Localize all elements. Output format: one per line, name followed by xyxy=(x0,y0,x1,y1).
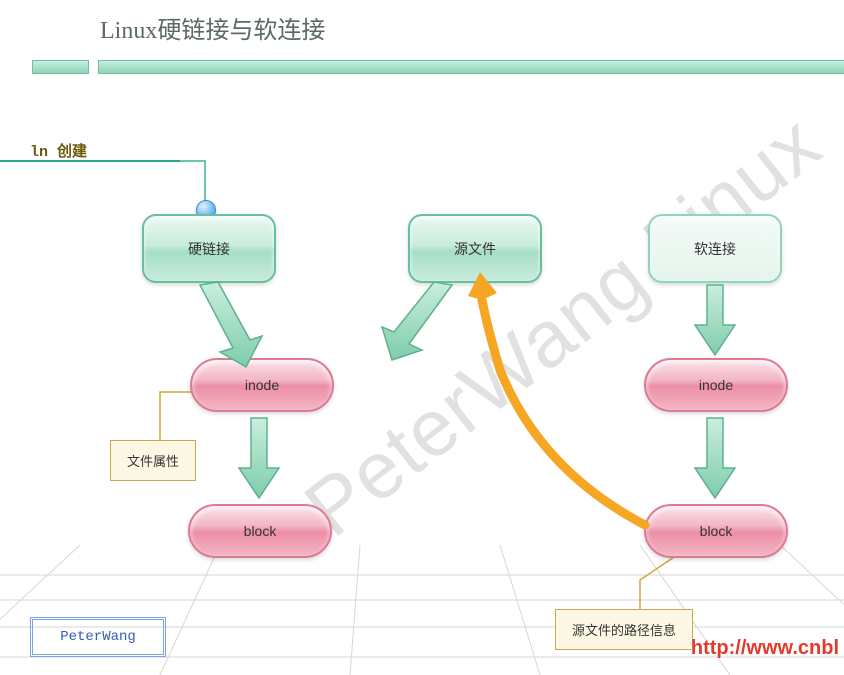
page-title: Linux硬链接与软连接 xyxy=(100,10,325,45)
title-bar-main xyxy=(98,60,844,74)
node-inode-left-label: inode xyxy=(245,377,279,393)
title-bar-accent xyxy=(32,60,89,74)
ln-underline xyxy=(0,160,180,162)
node-inode-right-label: inode xyxy=(699,377,733,393)
arrows-layer xyxy=(0,0,844,675)
node-block-left-label: block xyxy=(244,523,277,539)
note-file-attr-label: 文件属性 xyxy=(127,451,179,470)
source-url-fragment: http://www.cnbl xyxy=(691,637,839,660)
node-block-right: block xyxy=(644,504,788,558)
note-path-info: 源文件的路径信息 xyxy=(555,609,693,650)
ln-create-label: ln 创建 xyxy=(30,140,87,161)
node-block-right-label: block xyxy=(700,523,733,539)
diagram-canvas: Linux硬链接与软连接 PeterWang Linux ln 创建 硬链接 xyxy=(0,0,844,675)
node-block-left: block xyxy=(188,504,332,558)
footer-author-label: PeterWang xyxy=(60,629,136,645)
note-file-attr: 文件属性 xyxy=(110,440,196,481)
connector-lines xyxy=(0,0,844,675)
node-softlink: 软连接 xyxy=(648,214,782,283)
node-inode-right: inode xyxy=(644,358,788,412)
note-path-info-label: 源文件的路径信息 xyxy=(572,620,676,639)
node-inode-left: inode xyxy=(190,358,334,412)
node-hardlink-label: 硬链接 xyxy=(188,239,230,259)
footer-author-box: PeterWang xyxy=(30,617,166,657)
node-sourcefile-label: 源文件 xyxy=(454,239,496,259)
watermark-text: PeterWang Linux xyxy=(288,97,838,555)
node-sourcefile: 源文件 xyxy=(408,214,542,283)
node-softlink-label: 软连接 xyxy=(694,239,736,259)
node-hardlink: 硬链接 xyxy=(142,214,276,283)
